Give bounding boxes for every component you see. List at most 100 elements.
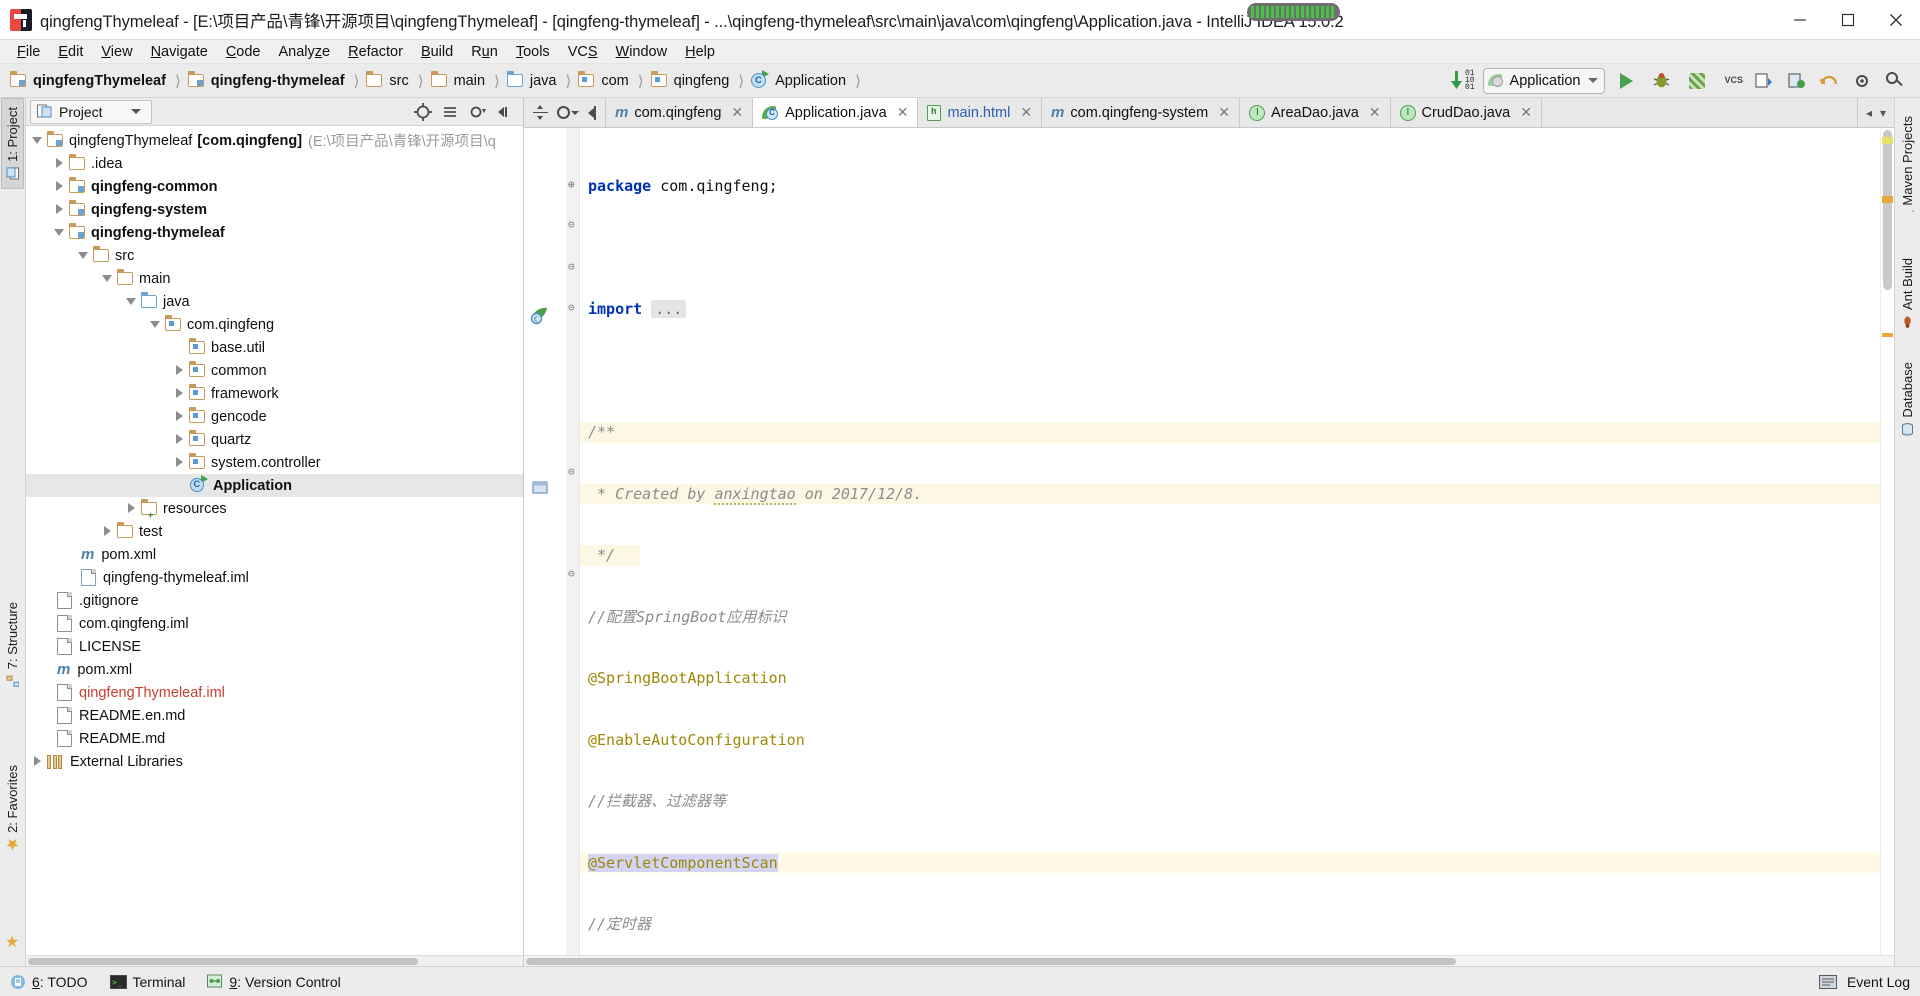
tree-row-quartz[interactable]: quartz xyxy=(26,428,523,451)
locate-file-button[interactable] xyxy=(414,102,432,121)
search-icon[interactable] xyxy=(1881,67,1908,94)
breadcrumb-src[interactable]: src ⟩ xyxy=(366,68,430,94)
scrollbar-thumb[interactable] xyxy=(526,958,1456,965)
chevron-right-icon[interactable] xyxy=(54,158,65,169)
tree-row-com-qingfeng-iml[interactable]: com.qingfeng.iml xyxy=(26,612,523,635)
code-content[interactable]: package com.qingfeng; import ... /** * C… xyxy=(580,128,1880,955)
menu-item-view[interactable]: View xyxy=(92,42,141,62)
warning-mark[interactable] xyxy=(1882,196,1893,203)
tree-row-license[interactable]: LICENSE xyxy=(26,635,523,658)
tree-row-qingfengthymeleaf-iml[interactable]: qingfengThymeleaf.iml xyxy=(26,681,523,704)
chevron-right-icon[interactable] xyxy=(174,434,185,445)
tree-row-gencode[interactable]: gencode xyxy=(26,405,523,428)
fold-collapse-class-icon[interactable]: ⊝ xyxy=(568,301,575,314)
close-icon[interactable]: ✕ xyxy=(1218,104,1230,121)
menu-item-build[interactable]: Build xyxy=(412,42,462,62)
tree-row-framework[interactable]: framework xyxy=(26,382,523,405)
menu-item-vcs[interactable]: VCS xyxy=(559,42,607,62)
editor-horizontal-scrollbar[interactable] xyxy=(524,955,1894,966)
scrollbar-thumb[interactable] xyxy=(28,958,418,965)
sidebar-item-maven-projects[interactable]: m Maven Projects xyxy=(1897,108,1918,232)
project-view-selector[interactable]: Project xyxy=(30,99,152,124)
menu-item-refactor[interactable]: Refactor xyxy=(339,42,412,62)
run-configuration-selector[interactable]: Application xyxy=(1482,67,1606,94)
coverage-button[interactable] xyxy=(1683,67,1710,94)
tree-row-application[interactable]: C Application xyxy=(26,474,523,497)
tree-row-idea[interactable]: .idea xyxy=(26,152,523,175)
chevron-right-icon[interactable] xyxy=(54,204,65,215)
menu-item-tools[interactable]: Tools xyxy=(507,42,559,62)
chevron-down-icon[interactable] xyxy=(78,250,89,261)
tree-row-gitignore[interactable]: .gitignore xyxy=(26,589,523,612)
run-button[interactable] xyxy=(1613,67,1640,94)
minimize-button[interactable] xyxy=(1776,0,1824,40)
tree-row-pom-xml-root[interactable]: m pom.xml xyxy=(26,658,523,681)
tree-row-pom-xml-module[interactable]: m pom.xml xyxy=(26,543,523,566)
gear-icon[interactable] xyxy=(468,103,486,121)
project-horizontal-scrollbar[interactable] xyxy=(26,955,523,966)
status-version-control[interactable]: 9: Version Control xyxy=(207,974,341,990)
sidebar-item-project[interactable]: 1: Project xyxy=(1,98,24,189)
code-folding-column[interactable]: ⊕ ⊝ ⊝ ⊝ ⊝ ⊝ xyxy=(566,128,580,955)
tab-com-qingfeng-system[interactable]: m com.qingfeng-system ✕ xyxy=(1042,98,1240,127)
tab-list-menu-icon[interactable]: ▾ xyxy=(1880,106,1886,120)
menu-item-file[interactable]: File xyxy=(8,42,49,62)
menu-item-window[interactable]: Window xyxy=(607,42,677,62)
warning-mark[interactable] xyxy=(1882,137,1893,144)
tree-row-qingfeng-common[interactable]: qingfeng-common xyxy=(26,175,523,198)
favorites-star-icon[interactable]: ★ xyxy=(5,932,19,952)
tree-row-test[interactable]: test xyxy=(26,520,523,543)
hide-panel-button[interactable] xyxy=(495,103,513,121)
close-button[interactable] xyxy=(1872,0,1920,40)
menu-item-help[interactable]: Help xyxy=(676,42,724,62)
warning-mark[interactable] xyxy=(1882,333,1893,337)
undo-button[interactable] xyxy=(1815,67,1842,94)
settings-button[interactable] xyxy=(1848,67,1875,94)
chevron-right-icon[interactable] xyxy=(126,503,137,514)
tree-row-com-qingfeng[interactable]: com.qingfeng xyxy=(26,313,523,336)
breadcrumb-main[interactable]: main ⟩ xyxy=(430,68,507,94)
collapse-all-button[interactable] xyxy=(441,103,459,121)
chevron-right-icon[interactable] xyxy=(174,365,185,376)
sidebar-item-database[interactable]: Database xyxy=(1897,354,1918,444)
menu-item-code[interactable]: Code xyxy=(217,42,270,62)
close-icon[interactable]: ✕ xyxy=(897,104,909,121)
tree-row-qingfeng-thymeleaf[interactable]: qingfeng-thymeleaf xyxy=(26,221,523,244)
breadcrumb-java[interactable]: java ⟩ xyxy=(506,68,578,94)
breadcrumb-application[interactable]: C Application ⟩ xyxy=(751,68,868,94)
tab-com-qingfeng[interactable]: m com.qingfeng ✕ xyxy=(606,98,754,127)
tab-cruddao-java[interactable]: I CrudDao.java ✕ xyxy=(1390,98,1542,127)
editor-gutter[interactable]: C xyxy=(524,128,566,955)
menu-item-edit[interactable]: Edit xyxy=(49,42,92,62)
tab-main-html[interactable]: h main.html ✕ xyxy=(918,98,1043,127)
fold-collapse-mapperscan-icon[interactable]: ⊝ xyxy=(568,465,575,478)
status-todo[interactable]: 6: TODO xyxy=(10,974,88,990)
split-icon[interactable] xyxy=(533,105,548,120)
chevron-down-icon[interactable] xyxy=(150,319,161,330)
fold-collapse-javadoc-end-icon[interactable]: ⊝ xyxy=(568,260,575,273)
tree-row-qingfeng-system[interactable]: qingfeng-system xyxy=(26,198,523,221)
tree-row-common[interactable]: common xyxy=(26,359,523,382)
collapsed-imports[interactable]: ... xyxy=(651,300,687,318)
chevron-down-icon[interactable] xyxy=(32,135,43,146)
chevron-down-icon[interactable] xyxy=(54,227,65,238)
status-terminal[interactable]: >_ Terminal xyxy=(109,974,185,990)
fold-collapse-method-icon[interactable]: ⊝ xyxy=(568,567,575,580)
sidebar-item-favorites[interactable]: 2: Favorites xyxy=(2,757,23,859)
tab-application-java[interactable]: C Application.java ✕ xyxy=(753,98,919,127)
sidebar-item-structure[interactable]: 7: Structure xyxy=(2,594,23,695)
tree-row-src[interactable]: src xyxy=(26,244,523,267)
menu-item-navigate[interactable]: Navigate xyxy=(142,42,217,62)
chevron-right-icon[interactable] xyxy=(102,526,113,537)
project-tree[interactable]: qingfengThymeleaf [com.qingfeng] (E:\项目产… xyxy=(26,126,523,955)
tree-row-external-libraries[interactable]: External Libraries xyxy=(26,750,523,773)
breadcrumb-qingfeng-thymeleaf[interactable]: qingfeng-thymeleaf ⟩ xyxy=(187,68,367,94)
overridden-method-gutter-icon[interactable] xyxy=(532,480,550,496)
spring-bean-gutter-icon[interactable]: C xyxy=(530,306,550,326)
tree-row-base-util[interactable]: base.util xyxy=(26,336,523,359)
tree-row-system-controller[interactable]: system.controller xyxy=(26,451,523,474)
close-icon[interactable]: ✕ xyxy=(1020,104,1032,121)
maximize-button[interactable] xyxy=(1824,0,1872,40)
menu-item-run[interactable]: Run xyxy=(462,42,507,62)
chevron-right-icon[interactable] xyxy=(174,457,185,468)
